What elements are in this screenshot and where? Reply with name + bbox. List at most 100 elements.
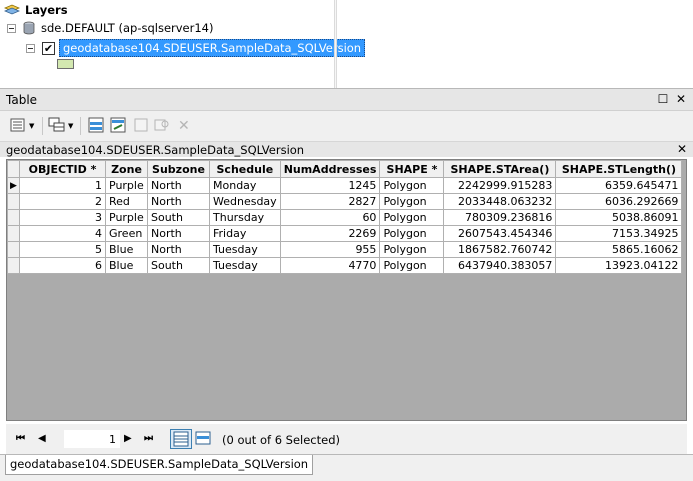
row-selector[interactable]: ▶: [7, 177, 20, 194]
table-row[interactable]: 2 Red North Wednesday 2827 Polygon 20334…: [7, 193, 683, 210]
first-record-button[interactable]: ⏮: [16, 433, 25, 444]
attribute-table: OBJECTID * Zone Subzone Schedule NumAddr…: [7, 160, 683, 274]
layer-symbol[interactable]: [57, 59, 74, 69]
column-header[interactable]: SHAPE.STLength(): [555, 160, 683, 178]
show-all-records-button[interactable]: [170, 429, 192, 449]
cell-shape-starea[interactable]: 2607543.454346: [443, 225, 557, 242]
layer-item[interactable]: ✔ geodatabase104.SDEUSER.SampleData_SQLV…: [26, 39, 366, 57]
layer-visibility-checkbox[interactable]: ✔: [42, 41, 55, 55]
column-header[interactable]: Zone: [105, 160, 148, 178]
polygon-symbol-swatch[interactable]: [57, 59, 74, 69]
cell-shape-starea[interactable]: 2242999.915283: [443, 177, 557, 194]
maximize-button[interactable]: ☐: [656, 92, 670, 106]
cell-shape[interactable]: Polygon: [379, 241, 445, 258]
row-selector[interactable]: [7, 193, 20, 210]
related-tables-button[interactable]: ▼: [48, 117, 73, 135]
column-header[interactable]: NumAddresses: [279, 160, 381, 178]
cell-shape-starea[interactable]: 1867582.760742: [443, 241, 557, 258]
cell-shape-starea[interactable]: 2033448.063232: [443, 193, 557, 210]
cell-objectid[interactable]: 4: [19, 225, 106, 242]
cell-schedule[interactable]: Monday: [209, 177, 281, 194]
cell-shape-stlength[interactable]: 7153.34925: [555, 225, 683, 242]
cell-zone[interactable]: Red: [105, 193, 148, 210]
cell-numaddresses[interactable]: 1245: [279, 177, 381, 194]
cell-shape[interactable]: Polygon: [379, 257, 445, 274]
column-header[interactable]: SHAPE.STArea(): [443, 160, 557, 178]
close-table-tab-button[interactable]: ✕: [677, 142, 687, 156]
row-selector[interactable]: [7, 257, 20, 274]
row-selector[interactable]: [7, 241, 20, 258]
cell-schedule[interactable]: Tuesday: [209, 257, 281, 274]
cell-zone[interactable]: Blue: [105, 257, 148, 274]
cell-objectid[interactable]: 6: [19, 257, 106, 274]
cell-schedule[interactable]: Tuesday: [209, 241, 281, 258]
cell-subzone[interactable]: North: [147, 241, 210, 258]
zoom-to-selected-button[interactable]: [154, 117, 170, 135]
cell-shape-stlength[interactable]: 5865.16062: [555, 241, 683, 258]
cell-shape[interactable]: Polygon: [379, 177, 445, 194]
current-record-field[interactable]: [64, 430, 120, 448]
table-row[interactable]: 5 Blue North Tuesday 955 Polygon 1867582…: [7, 241, 683, 258]
cell-subzone[interactable]: South: [147, 257, 210, 274]
cell-objectid[interactable]: 1: [19, 177, 106, 194]
cell-schedule[interactable]: Thursday: [209, 209, 281, 226]
layers-root[interactable]: Layers: [3, 3, 68, 17]
cell-schedule[interactable]: Wednesday: [209, 193, 281, 210]
table-tab[interactable]: geodatabase104.SDEUSER.SampleData_SQLVer…: [5, 455, 314, 475]
cell-schedule[interactable]: Friday: [209, 225, 281, 242]
cell-shape-stlength[interactable]: 6359.645471: [555, 177, 683, 194]
cell-shape[interactable]: Polygon: [379, 209, 445, 226]
select-all-cell[interactable]: [7, 160, 20, 178]
cell-shape[interactable]: Polygon: [379, 193, 445, 210]
cell-numaddresses[interactable]: 60: [279, 209, 381, 226]
last-record-button[interactable]: ⏭: [144, 433, 153, 444]
select-by-attributes-button[interactable]: [88, 117, 104, 135]
cell-zone[interactable]: Blue: [105, 241, 148, 258]
collapse-layer-button[interactable]: [26, 43, 35, 53]
cell-numaddresses[interactable]: 955: [279, 241, 381, 258]
table-row[interactable]: 6 Blue South Tuesday 4770 Polygon 643794…: [7, 257, 683, 274]
database-item[interactable]: sde.DEFAULT (ap-sqlserver14): [7, 21, 213, 35]
cell-shape-stlength[interactable]: 13923.04122: [555, 257, 683, 274]
column-header[interactable]: Subzone: [147, 160, 210, 178]
cell-subzone[interactable]: South: [147, 209, 210, 226]
cell-zone[interactable]: Green: [105, 225, 148, 242]
table-row[interactable]: ▶ 1 Purple North Monday 1245 Polygon 224…: [7, 177, 683, 194]
collapse-database-button[interactable]: [7, 23, 16, 33]
next-record-button[interactable]: ▶: [124, 433, 132, 444]
cell-shape-starea[interactable]: 6437940.383057: [443, 257, 557, 274]
table-title-bar[interactable]: Table ☐ ✕: [0, 89, 693, 111]
switch-selection-button[interactable]: [110, 117, 126, 135]
layer-label[interactable]: geodatabase104.SDEUSER.SampleData_SQLVer…: [59, 39, 366, 57]
table-row[interactable]: 3 Purple South Thursday 60 Polygon 78030…: [7, 209, 683, 226]
close-window-button[interactable]: ✕: [674, 92, 688, 106]
previous-record-button[interactable]: ◀: [38, 433, 46, 444]
delete-selected-button[interactable]: ✕: [178, 117, 190, 135]
cell-objectid[interactable]: 2: [19, 193, 106, 210]
cell-numaddresses[interactable]: 4770: [279, 257, 381, 274]
table-row[interactable]: 4 Green North Friday 2269 Polygon 260754…: [7, 225, 683, 242]
cell-subzone[interactable]: North: [147, 177, 210, 194]
cell-objectid[interactable]: 5: [19, 241, 106, 258]
column-header[interactable]: SHAPE *: [379, 160, 445, 178]
cell-numaddresses[interactable]: 2269: [279, 225, 381, 242]
cell-shape-stlength[interactable]: 5038.86091: [555, 209, 683, 226]
cell-shape-stlength[interactable]: 6036.292669: [555, 193, 683, 210]
column-header[interactable]: Schedule: [209, 160, 281, 178]
cell-shape-starea[interactable]: 780309.236816: [443, 209, 557, 226]
cell-shape[interactable]: Polygon: [379, 225, 445, 242]
cell-numaddresses[interactable]: 2827: [279, 193, 381, 210]
cell-zone[interactable]: Purple: [105, 177, 148, 194]
cell-zone[interactable]: Purple: [105, 209, 148, 226]
row-selector[interactable]: [7, 209, 20, 226]
cell-objectid[interactable]: 3: [19, 209, 106, 226]
attribute-grid-area[interactable]: OBJECTID * Zone Subzone Schedule NumAddr…: [6, 159, 687, 421]
pane-divider[interactable]: [334, 0, 337, 88]
column-header[interactable]: OBJECTID *: [19, 160, 106, 178]
show-selected-records-button[interactable]: [192, 429, 214, 449]
clear-selection-button[interactable]: [134, 117, 148, 135]
table-options-button[interactable]: ▼: [10, 117, 34, 135]
row-selector[interactable]: [7, 225, 20, 242]
cell-subzone[interactable]: North: [147, 193, 210, 210]
cell-subzone[interactable]: North: [147, 225, 210, 242]
